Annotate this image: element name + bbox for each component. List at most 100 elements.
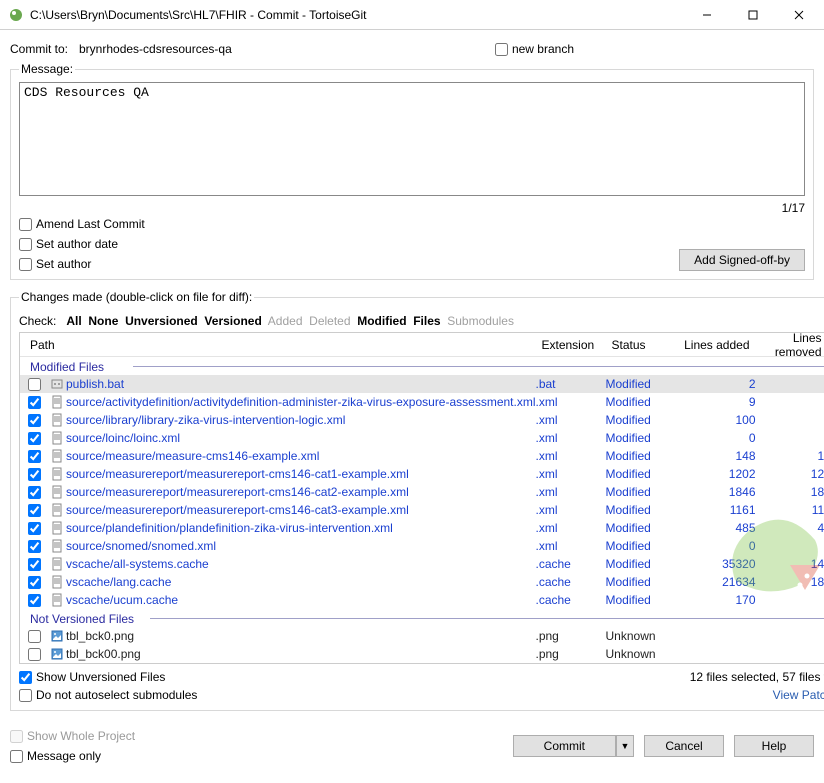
maximize-button[interactable] <box>730 0 776 30</box>
file-checkbox[interactable] <box>28 378 41 391</box>
file-name: publish.bat <box>66 377 536 391</box>
file-list-body[interactable]: Modified Filespublish.bat.batModified22s… <box>20 357 824 663</box>
file-status: Modified <box>606 395 676 409</box>
file-icon <box>48 647 66 661</box>
file-status: Modified <box>606 413 676 427</box>
commit-message-input[interactable] <box>19 82 805 196</box>
amend-checkbox[interactable]: Amend Last Commit <box>19 217 145 231</box>
cancel-button[interactable]: Cancel <box>644 735 724 757</box>
file-lines-added: 100 <box>676 413 756 427</box>
filter-versioned[interactable]: Versioned <box>204 314 261 328</box>
file-status: Modified <box>606 377 676 391</box>
show-whole-project-checkbox[interactable]: Show Whole Project <box>10 729 135 743</box>
file-checkbox[interactable] <box>28 630 41 643</box>
file-row[interactable]: source/snomed/snomed.xml.xmlModified00 <box>20 537 824 555</box>
file-row[interactable]: source/measurereport/measurereport-cms14… <box>20 483 824 501</box>
file-lines-removed: 1845 <box>756 485 824 499</box>
file-icon <box>48 539 66 553</box>
new-branch-checkbox[interactable]: new branch <box>495 42 574 56</box>
file-checkbox[interactable] <box>28 594 41 607</box>
file-checkbox[interactable] <box>28 558 41 571</box>
file-row[interactable]: tbl_bck00.png.pngUnknown <box>20 645 824 663</box>
file-icon <box>48 431 66 445</box>
group-notversioned: Not Versioned Files <box>20 609 824 627</box>
file-ext: .cache <box>536 557 606 571</box>
close-button[interactable] <box>776 0 822 30</box>
col-status[interactable]: Status <box>606 338 676 352</box>
message-counter: 1/17 <box>19 201 805 215</box>
message-legend: Message: <box>19 62 75 76</box>
set-author-date-checkbox[interactable]: Set author date <box>19 237 145 251</box>
file-row[interactable]: vscache/lang.cache.cacheModified21634180… <box>20 573 824 591</box>
no-autoselect-checkbox[interactable]: Do not autoselect submodules <box>19 688 197 702</box>
file-ext: .xml <box>536 521 606 535</box>
file-icon <box>48 377 66 391</box>
file-name: vscache/all-systems.cache <box>66 557 536 571</box>
file-status: Modified <box>606 431 676 445</box>
file-lines-added: 485 <box>676 521 756 535</box>
file-row[interactable]: source/library/library-zika-virus-interv… <box>20 411 824 429</box>
file-checkbox[interactable] <box>28 522 41 535</box>
col-extension[interactable]: Extension <box>536 338 606 352</box>
file-row[interactable]: source/loinc/loinc.xml.xmlModified00 <box>20 429 824 447</box>
file-row[interactable]: vscache/all-systems.cache.cacheModified3… <box>20 555 824 573</box>
filter-files[interactable]: Files <box>413 314 440 328</box>
help-button[interactable]: Help <box>734 735 814 757</box>
filter-submodules[interactable]: Submodules <box>447 314 514 328</box>
file-lines-removed: 0 <box>756 431 824 445</box>
file-row[interactable]: source/plandefinition/plandefinition-zik… <box>20 519 824 537</box>
file-name: source/measurereport/measurereport-cms14… <box>66 467 536 481</box>
file-checkbox[interactable] <box>28 450 41 463</box>
file-ext: .cache <box>536 575 606 589</box>
file-status: Modified <box>606 467 676 481</box>
view-patch-link[interactable]: View Patch>> <box>773 688 824 702</box>
file-row[interactable]: source/measurereport/measurereport-cms14… <box>20 465 824 483</box>
filter-modified[interactable]: Modified <box>357 314 406 328</box>
window-title: C:\Users\Bryn\Documents\Src\HL7\FHIR - C… <box>30 8 684 22</box>
file-row[interactable]: tbl_bck0.png.pngUnknown <box>20 627 824 645</box>
filter-added[interactable]: Added <box>268 314 303 328</box>
commit-dropdown-icon[interactable]: ▼ <box>616 735 634 757</box>
filter-all[interactable]: All <box>66 314 81 328</box>
file-list: Path Extension Status Lines added Lines … <box>19 332 824 664</box>
minimize-button[interactable] <box>684 0 730 30</box>
add-signed-off-button[interactable]: Add Signed-off-by <box>679 249 805 271</box>
filter-unversioned[interactable]: Unversioned <box>125 314 198 328</box>
file-lines-added: 9 <box>676 395 756 409</box>
file-icon <box>48 395 66 409</box>
show-unversioned-checkbox[interactable]: Show Unversioned Files <box>19 670 197 684</box>
file-row[interactable]: vscache/ucum.cache.cacheModified1702 <box>20 591 824 609</box>
file-row[interactable]: source/measure/measure-cms146-example.xm… <box>20 447 824 465</box>
set-author-checkbox[interactable]: Set author <box>19 257 145 271</box>
file-row[interactable]: publish.bat.batModified22 <box>20 375 824 393</box>
file-name: tbl_bck0.png <box>66 629 536 643</box>
col-lines-removed[interactable]: Lines removed <box>756 332 824 359</box>
file-checkbox[interactable] <box>28 504 41 517</box>
file-row[interactable]: source/measurereport/measurereport-cms14… <box>20 501 824 519</box>
file-lines-removed: 0 <box>756 395 824 409</box>
file-ext: .xml <box>536 485 606 499</box>
filter-deleted[interactable]: Deleted <box>309 314 350 328</box>
file-checkbox[interactable] <box>28 540 41 553</box>
message-only-checkbox[interactable]: Message only <box>10 749 135 763</box>
file-checkbox[interactable] <box>28 414 41 427</box>
filter-none[interactable]: None <box>88 314 118 328</box>
col-path[interactable]: Path <box>20 338 536 352</box>
col-lines-added[interactable]: Lines added <box>676 338 756 352</box>
file-name: source/plandefinition/plandefinition-zik… <box>66 521 536 535</box>
file-row[interactable]: source/activitydefinition/activitydefini… <box>20 393 824 411</box>
file-ext: .bat <box>536 377 606 391</box>
file-checkbox[interactable] <box>28 432 41 445</box>
file-checkbox[interactable] <box>28 396 41 409</box>
selection-status: 12 files selected, 57 files total <box>690 670 824 684</box>
file-lines-added: 148 <box>676 449 756 463</box>
commit-button[interactable]: Commit ▼ <box>513 735 634 757</box>
file-checkbox[interactable] <box>28 576 41 589</box>
file-checkbox[interactable] <box>28 486 41 499</box>
file-checkbox[interactable] <box>28 648 41 661</box>
file-icon <box>48 557 66 571</box>
file-status: Unknown <box>606 629 676 643</box>
file-checkbox[interactable] <box>28 468 41 481</box>
file-icon <box>48 575 66 589</box>
file-status: Modified <box>606 575 676 589</box>
